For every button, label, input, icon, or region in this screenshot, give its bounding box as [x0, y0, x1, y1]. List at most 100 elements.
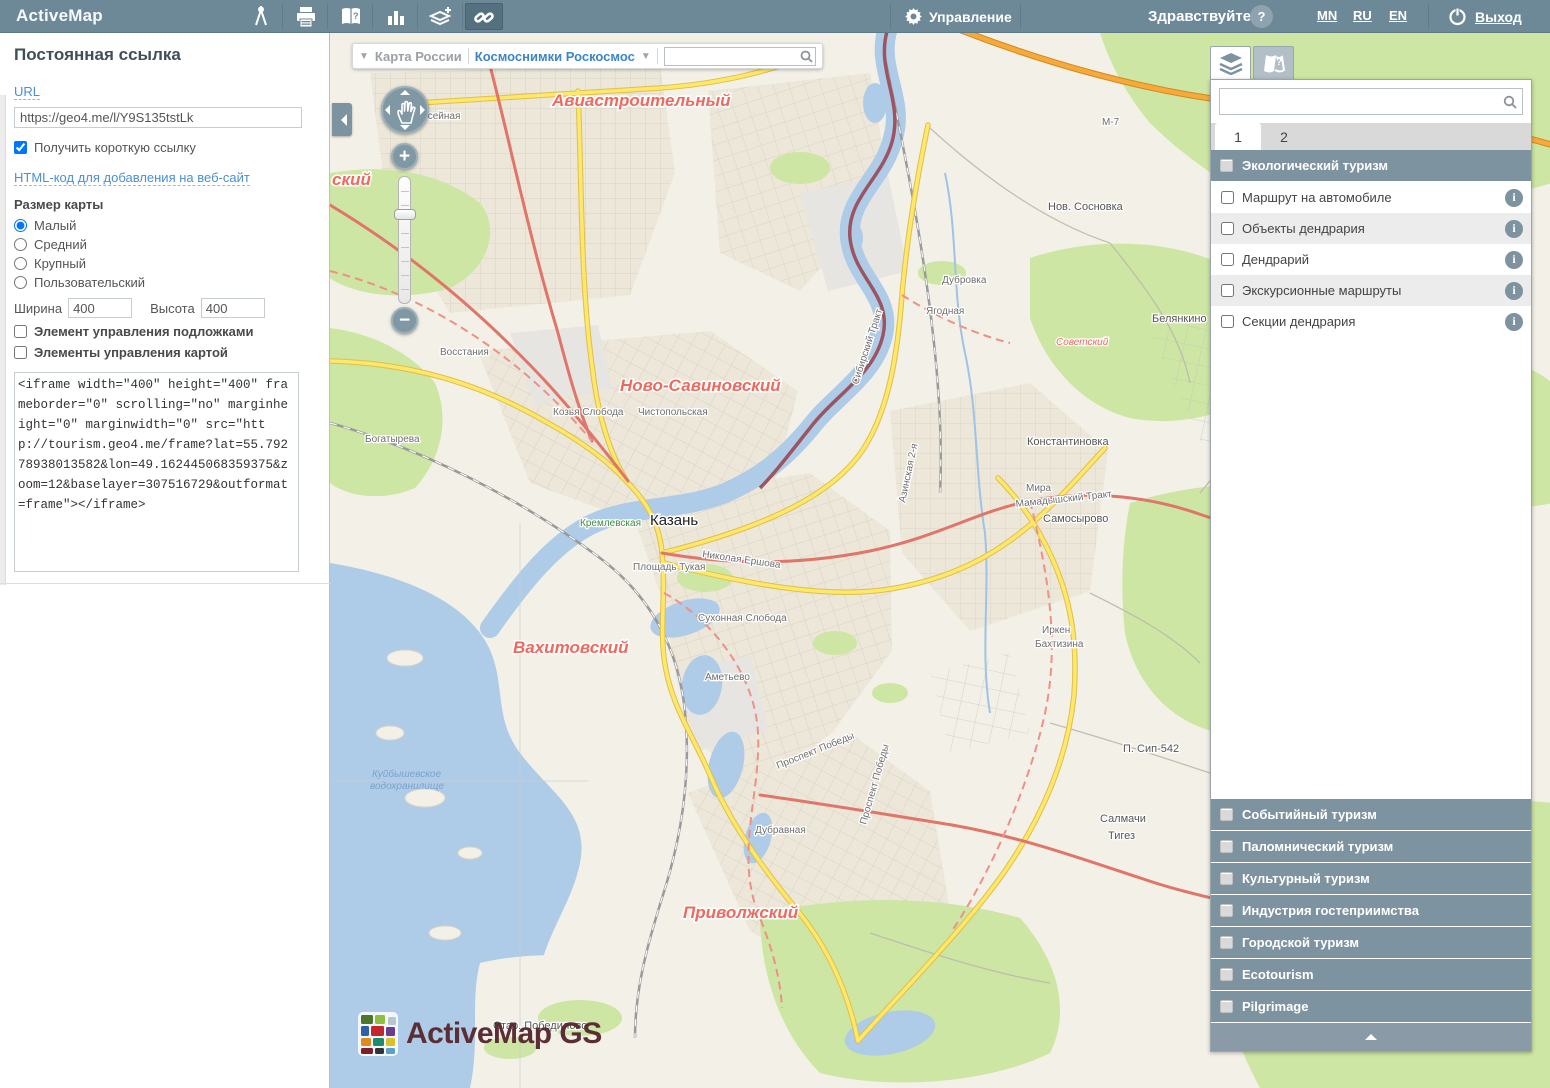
group-header-pilgrimage-en[interactable]: Pilgrimage	[1211, 991, 1531, 1023]
measure-tool-button[interactable]	[242, 3, 280, 30]
bar-chart-icon	[386, 7, 406, 27]
size-radio-custom[interactable]	[14, 276, 27, 289]
group-checkbox[interactable]	[1220, 904, 1233, 917]
print-button[interactable]	[287, 3, 325, 30]
group-header-cultural-tourism[interactable]: Культурный туризм	[1211, 863, 1531, 895]
layers-pagination: 1 2	[1211, 123, 1531, 150]
layer-checkbox[interactable]	[1221, 222, 1234, 235]
group-header-city-tourism[interactable]: Городской туризм	[1211, 927, 1531, 959]
panel-collapse-button[interactable]	[1211, 1023, 1531, 1051]
statistics-button[interactable]	[377, 3, 415, 30]
group-header-ecotourism[interactable]: Ecotourism	[1211, 959, 1531, 991]
layer-checkbox[interactable]	[1221, 253, 1234, 266]
group-header-event-tourism[interactable]: Событийный туризм	[1211, 799, 1531, 831]
tab-legend[interactable]: ?	[1253, 46, 1294, 79]
language-link-mn[interactable]: MN	[1317, 8, 1337, 23]
toolbar-separator	[417, 4, 418, 29]
group-checkbox[interactable]	[1220, 840, 1233, 853]
basemap-option-russia[interactable]: Карта России	[375, 49, 462, 64]
group-checkbox[interactable]	[1220, 808, 1233, 821]
layer-checkbox[interactable]	[1221, 191, 1234, 204]
chevron-left-icon	[335, 114, 347, 126]
layer-checkbox[interactable]	[1221, 284, 1234, 297]
chevron-down-icon[interactable]: ▼	[359, 51, 369, 62]
height-input[interactable]	[201, 298, 265, 318]
search-icon[interactable]	[800, 50, 813, 63]
info-icon[interactable]: i	[1505, 220, 1523, 238]
group-checkbox[interactable]	[1220, 159, 1233, 172]
info-icon[interactable]: i	[1505, 251, 1523, 269]
zoom-out-button[interactable]: −	[391, 307, 418, 334]
size-option-custom[interactable]: Пользовательский	[14, 275, 306, 290]
management-button[interactable]: Управление	[905, 0, 1012, 33]
size-option-large[interactable]: Крупный	[14, 256, 306, 271]
layer-row[interactable]: Экскурсионные маршруты i	[1211, 275, 1531, 306]
map-label: Аметьево	[705, 672, 750, 683]
pan-right-icon[interactable]	[420, 105, 425, 115]
group-header-pilgrimage-tourism[interactable]: Паломнический туризм	[1211, 831, 1531, 863]
page-tab-2[interactable]: 2	[1261, 123, 1307, 150]
width-input[interactable]	[68, 298, 132, 318]
basemap-option-kosmosnimki[interactable]: Космоснимки Роскосмос	[475, 49, 635, 64]
short-link-checkbox[interactable]	[14, 141, 27, 154]
pan-control[interactable]	[381, 86, 429, 134]
size-option-medium[interactable]: Средний	[14, 237, 306, 252]
group-label: Городской туризм	[1242, 935, 1359, 950]
info-icon[interactable]: i	[1505, 189, 1523, 207]
pan-up-icon[interactable]	[400, 90, 410, 95]
size-option-small[interactable]: Малый	[14, 218, 306, 233]
zoom-slider-handle[interactable]	[394, 209, 416, 220]
map-search-input[interactable]	[664, 47, 816, 66]
app-logo: ActiveMap	[16, 6, 103, 26]
iframe-code-textarea[interactable]: <iframe width="400" height="400" framebo…	[14, 372, 299, 572]
layer-row[interactable]: Дендрарий i	[1211, 244, 1531, 275]
pan-down-icon[interactable]	[400, 125, 410, 130]
help-button[interactable]: ?	[1250, 5, 1273, 28]
map-label: Богатырева	[365, 434, 420, 445]
page-tab-1[interactable]: 1	[1215, 123, 1261, 150]
group-checkbox[interactable]	[1220, 872, 1233, 885]
language-link-ru[interactable]: RU	[1353, 8, 1372, 23]
group-checkbox[interactable]	[1220, 1000, 1233, 1013]
permalink-button[interactable]	[465, 3, 503, 30]
map-controls-checkbox[interactable]	[14, 346, 27, 359]
group-checkbox[interactable]	[1220, 936, 1233, 949]
short-link-option[interactable]: Получить короткую ссылку	[14, 140, 306, 155]
map-label: Бахтизина	[1035, 639, 1084, 650]
url-input[interactable]	[14, 107, 302, 128]
size-radio-large[interactable]	[14, 257, 27, 270]
language-link-en[interactable]: EN	[1389, 8, 1407, 23]
url-link[interactable]: URL	[14, 84, 40, 100]
group-header-hospitality-industry[interactable]: Индустрия гостеприимства	[1211, 895, 1531, 927]
layers-search-input[interactable]	[1219, 88, 1523, 115]
add-layer-button[interactable]	[422, 3, 460, 30]
basemap-control-checkbox[interactable]	[14, 325, 27, 338]
map-label: Мира	[1026, 483, 1051, 494]
layers-icon	[1218, 51, 1244, 75]
size-radio-medium[interactable]	[14, 238, 27, 251]
search-icon[interactable]	[1503, 95, 1517, 109]
layer-label: Маршрут на автомобиле	[1242, 190, 1505, 205]
layer-row[interactable]: Объекты дендрария i	[1211, 213, 1531, 244]
size-radio-small[interactable]	[14, 219, 27, 232]
layer-checkbox[interactable]	[1221, 315, 1234, 328]
map-controls-option[interactable]: Элементы управления картой	[14, 345, 306, 360]
chevron-down-icon[interactable]: ▼	[641, 51, 651, 62]
info-icon[interactable]: i	[1505, 313, 1523, 331]
layer-row[interactable]: Секции дендрария i	[1211, 306, 1531, 337]
logout-button[interactable]: Выход	[1448, 0, 1522, 33]
basemap-control-option[interactable]: Элемент управления подложками	[14, 324, 306, 339]
zoom-in-button[interactable]: +	[391, 143, 418, 170]
left-panel-collapse-button[interactable]	[332, 103, 352, 136]
group-label: Pilgrimage	[1242, 999, 1308, 1014]
layer-row[interactable]: Маршрут на автомобиле i	[1211, 182, 1531, 213]
group-checkbox[interactable]	[1220, 968, 1233, 981]
group-header-ecological-tourism[interactable]: Экологический туризм	[1211, 150, 1531, 182]
info-icon[interactable]: i	[1505, 282, 1523, 300]
map-label: Ягодная	[926, 306, 964, 317]
pan-left-icon[interactable]	[385, 105, 390, 115]
tab-layers[interactable]	[1210, 46, 1251, 79]
html-code-link[interactable]: HTML-код для добавления на веб-сайт	[14, 170, 250, 186]
zoom-slider[interactable]	[398, 176, 411, 304]
reference-button[interactable]: ?	[332, 3, 370, 30]
